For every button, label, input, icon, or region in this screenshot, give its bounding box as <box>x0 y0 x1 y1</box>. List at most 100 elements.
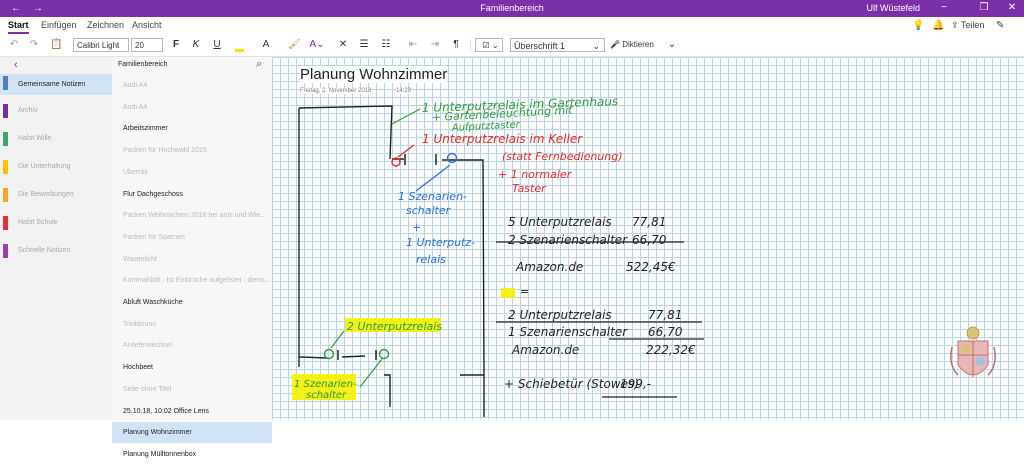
clear-format-icon[interactable]: ✕ <box>338 38 348 52</box>
section-label: Gemeinsame Notizen <box>18 81 86 88</box>
red-arrow-line <box>397 144 415 158</box>
undo-icon[interactable]: ↶ <box>8 38 20 52</box>
blue-arrow-line <box>415 164 451 192</box>
coat-of-arms-icon <box>950 326 996 377</box>
note-red-1: 1 Unterputzrelais im Keller <box>422 132 583 146</box>
page-item[interactable]: Packen für Hochwald 2015 <box>112 140 272 161</box>
note-highlight-relais: 2 Unterputzrelais <box>347 320 442 333</box>
indent-icon[interactable]: ⇥ <box>429 38 441 52</box>
wire-lines <box>384 374 485 417</box>
bell-icon[interactable]: 🔔 <box>932 20 944 31</box>
font-size-input[interactable]: 20 <box>131 38 163 52</box>
style-dropdown[interactable]: Überschrift 1 ⌄ <box>510 38 605 52</box>
page-item[interactable]: Seite ohne Titel <box>112 379 272 400</box>
section-label: Die Bewerbungen <box>18 191 74 198</box>
italic-button[interactable]: K <box>191 38 201 52</box>
note-red-4: Taster <box>512 182 547 195</box>
section-color-tab <box>3 216 8 230</box>
chevron-down-icon: ⌄ <box>592 41 600 51</box>
page-item[interactable]: Trinkbrunn <box>112 314 272 335</box>
pen-icon[interactable]: ✎ <box>996 20 1004 31</box>
section-item[interactable]: Habit Schule <box>0 214 112 232</box>
font-color-icon[interactable]: A <box>260 38 272 52</box>
note-highlight-switch-1: 1 Szenarien- <box>294 379 357 390</box>
highlight-mark <box>501 288 515 298</box>
page-item[interactable]: Flur Dachgeschoss <box>112 184 272 205</box>
cost-row-4-label: 2 Unterputzrelais <box>508 308 612 322</box>
bullet-list-icon[interactable]: ☰ <box>358 38 370 52</box>
section-label: Habit Schule <box>18 219 58 226</box>
more-icon[interactable]: ⌄ <box>667 38 677 52</box>
page-item[interactable]: Arbeitszimmer <box>112 118 272 139</box>
highlighter-icon[interactable] <box>233 38 245 52</box>
section-label: Habit Wille <box>18 135 52 142</box>
note-blue-4: 1 Unterputz- <box>406 236 475 249</box>
clipboard-icon[interactable]: 📋 <box>50 38 62 52</box>
page-item[interactable]: Wasenlicht <box>112 249 272 270</box>
page-item[interactable]: Hochbeet <box>112 357 272 378</box>
collapse-icon[interactable]: ‹ <box>14 59 18 71</box>
text-effects-icon[interactable]: A⌄ <box>309 38 325 52</box>
green-pointer <box>391 108 421 125</box>
restore-icon[interactable]: ❐ <box>977 2 991 13</box>
share-label: Teilen <box>960 20 985 30</box>
share-button[interactable]: ⇪ Teilen <box>951 20 984 31</box>
cost-row-7-value: 199,- <box>620 377 651 391</box>
tab-insert[interactable]: Einfügen <box>41 20 77 30</box>
paragraph-options-icon[interactable]: ¶ <box>450 38 462 52</box>
microphone-icon: 🎤 <box>610 40 620 49</box>
note-highlight-switch-2: schalter <box>306 390 347 401</box>
page-item[interactable]: Kommahbitt · Ist Einbrüche aufgelistet ·… <box>112 270 272 291</box>
page-item[interactable]: Planung Wohnzimmer <box>112 422 272 444</box>
search-icon[interactable]: ⌕ <box>256 58 262 71</box>
section-color-tab <box>3 132 8 146</box>
tab-view[interactable]: Ansicht <box>132 20 162 30</box>
todo-tag-button[interactable]: ☑ ⌄ <box>475 38 503 52</box>
bold-button[interactable]: F <box>171 38 181 52</box>
tab-start[interactable]: Start <box>8 20 29 34</box>
redo-icon[interactable]: ↷ <box>28 38 40 52</box>
user-name[interactable]: Ulf Wüstefeld <box>866 3 920 13</box>
minimize-icon[interactable]: − <box>937 2 951 13</box>
page-item[interactable]: Planung Mülltonnenbox <box>112 444 272 465</box>
outdent-icon[interactable]: ⇤ <box>407 38 419 52</box>
font-name-input[interactable]: Calibri Light <box>73 38 129 52</box>
close-icon[interactable]: ✕ <box>1005 2 1019 13</box>
green-switch-symbol <box>378 348 390 360</box>
title-bar: ← → Familienbereich Ulf Wüstefeld − ❐ ✕ <box>0 0 1024 17</box>
page-item[interactable]: Anlieferwechsel <box>112 335 272 356</box>
page-item[interactable]: 25.10.18, 10:02 Office Lens <box>112 401 272 422</box>
page-item[interactable]: Abluft Waschküche <box>112 292 272 313</box>
dictate-button[interactable]: 🎤 Diktieren <box>610 38 660 52</box>
format-painter-icon[interactable]: 🖌 <box>288 38 301 52</box>
section-pane: ‹ Gemeinsame Notizen Archiv Habit Wille Die… <box>0 57 112 420</box>
page-item[interactable]: Audi A4 <box>112 97 272 118</box>
dictate-label: Diktieren <box>622 40 654 49</box>
ink-drawing: 1 Unterputzrelais im Gartenhaus + Garten… <box>292 94 704 417</box>
tab-draw[interactable]: Zeichnen <box>87 20 124 30</box>
page-item[interactable]: Übernbi <box>112 162 272 183</box>
section-color-tab <box>3 76 8 90</box>
section-item[interactable]: Habit Wille <box>0 130 112 148</box>
section-item[interactable]: Schnelle Notizen <box>0 242 112 260</box>
section-item[interactable]: Die Unterhaltung <box>0 158 112 176</box>
note-blue-3: + <box>412 221 421 234</box>
lightbulb-icon[interactable]: 💡 <box>912 20 924 31</box>
note-canvas[interactable]: Planung Wohnzimmer Freitag, 2. November … <box>272 57 1024 420</box>
cost-row-2-label: 2 Szenarienschalter <box>508 233 628 247</box>
page-item[interactable]: Packen Weihnachten 2016 bei anis und Wie… <box>112 205 272 226</box>
underline-button[interactable]: U <box>212 38 222 52</box>
note-blue-1: 1 Szenarien- <box>398 190 467 203</box>
numbered-list-icon[interactable]: ☷ <box>380 38 392 52</box>
blue-switch-symbol <box>446 152 458 164</box>
section-item[interactable]: Die Bewerbungen <box>0 186 112 204</box>
note-blue-2: schalter <box>406 204 452 217</box>
section-label: Die Unterhaltung <box>18 163 71 170</box>
section-item[interactable]: Gemeinsame Notizen <box>0 74 112 95</box>
section-color-tab <box>3 244 8 258</box>
section-label: Schnelle Notizen <box>18 247 71 254</box>
section-item[interactable]: Archiv <box>0 102 112 120</box>
page-item[interactable]: Audi A4 <box>112 75 272 96</box>
section-color-tab <box>3 104 8 118</box>
page-item[interactable]: Packen für Sparnen <box>112 227 272 248</box>
